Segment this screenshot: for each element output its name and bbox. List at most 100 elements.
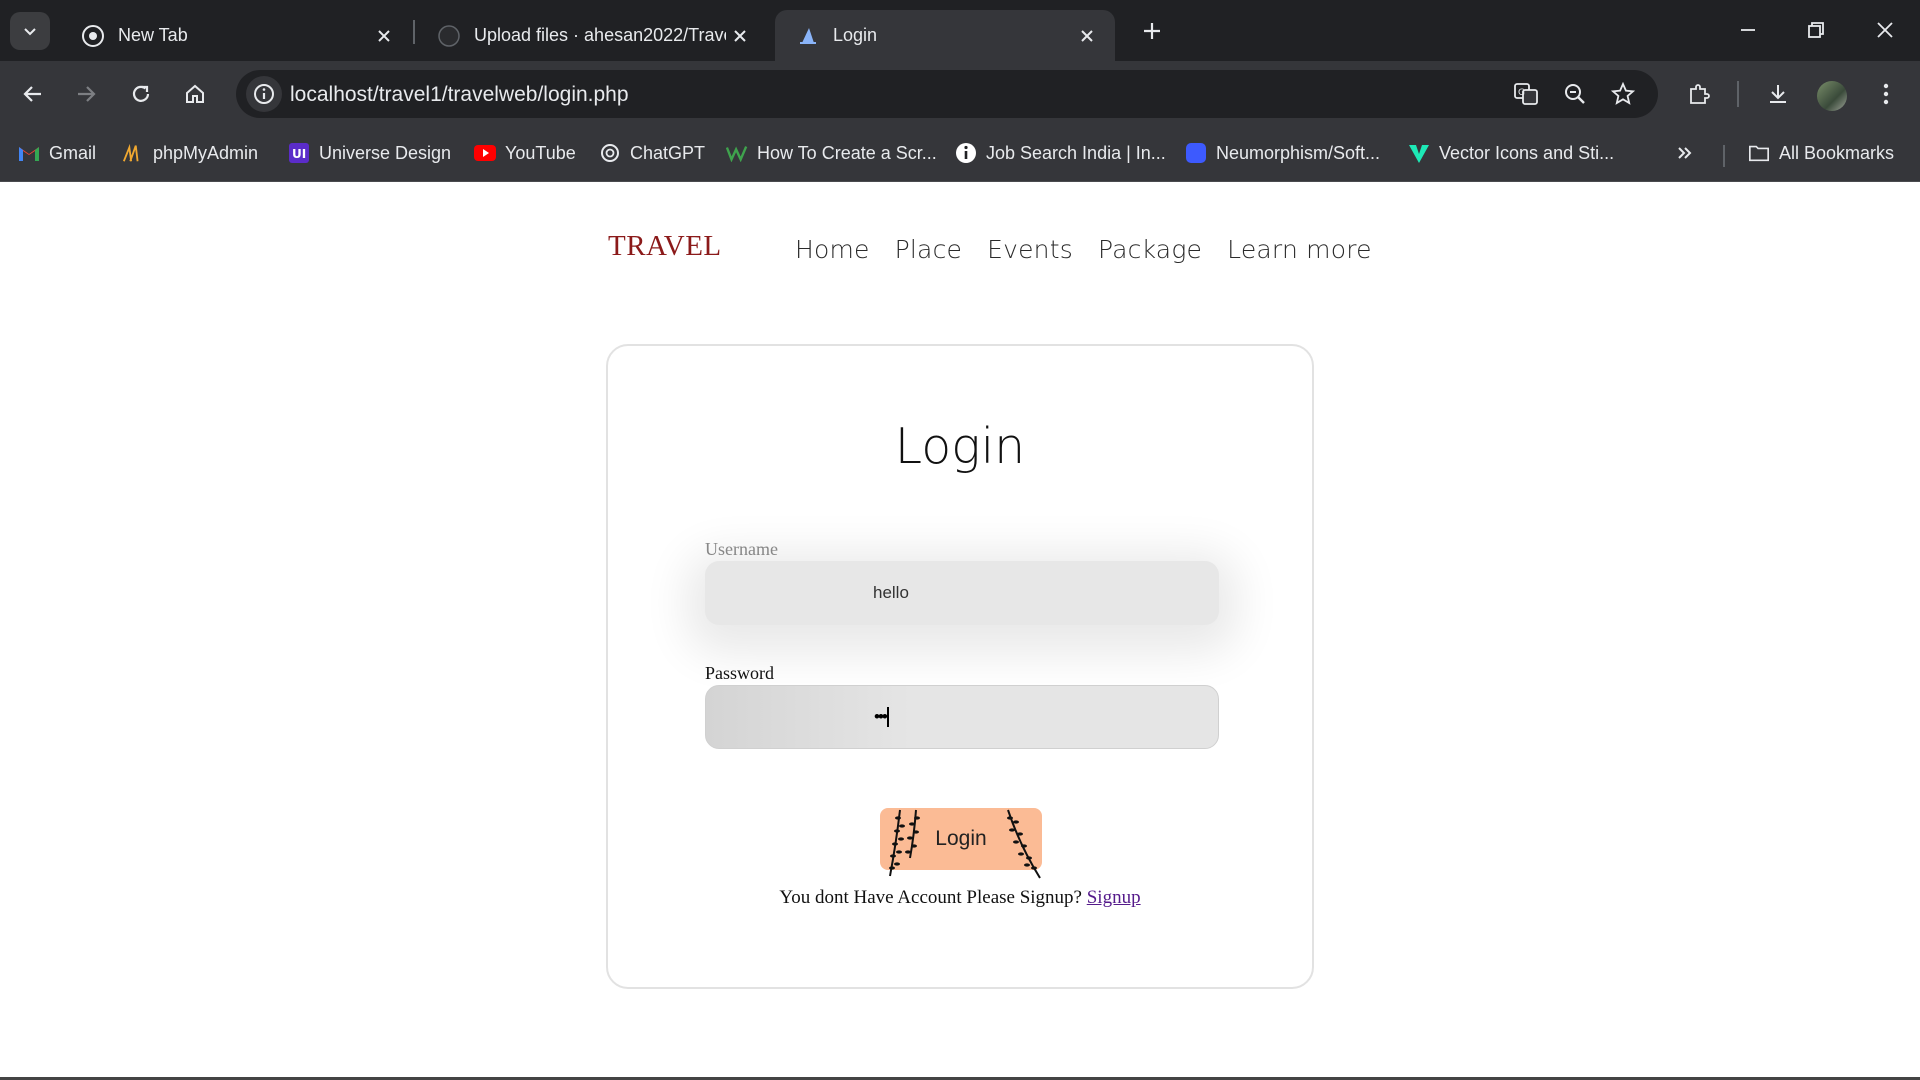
bookmark-phpmyadmin[interactable]: phpMyAdmin [122,137,258,169]
password-label: Password [705,663,775,683]
profile-avatar[interactable] [1817,81,1847,111]
bookmark-chatgpt[interactable]: ChatGPT [599,137,705,169]
home-icon [186,84,204,103]
close-icon[interactable] [726,22,754,50]
restore-button[interactable] [1792,10,1840,50]
login-card: Login Username hello Password ••• Login … [606,344,1314,989]
downloads-button[interactable] [1758,74,1798,114]
bookmark-label: All Bookmarks [1779,142,1895,163]
github-icon [438,24,460,47]
arrow-left-icon [23,86,41,102]
close-window-button[interactable] [1861,10,1909,50]
tab-new-tab[interactable]: New Tab [60,10,412,61]
double-chevron-right-icon [1678,147,1692,159]
close-icon [1877,22,1893,38]
main-nav: Home Place Events Package Learn more [795,235,1372,264]
extensions-button[interactable] [1679,74,1719,114]
nav-events[interactable]: Events [987,235,1073,264]
tab-title: New Tab [118,25,188,45]
tab-login[interactable]: Login [775,10,1115,61]
bookmark-label: Vector Icons and Sti... [1439,142,1615,163]
text-caret [886,707,889,727]
bookmark-gmail[interactable]: Gmail [18,137,96,169]
bookmark-universe-design[interactable]: UI Universe Design [288,137,451,169]
zoom-icon[interactable] [1559,78,1591,110]
tab-upload-files[interactable]: Upload files · ahesan2022/Trave [416,10,768,61]
address-bar[interactable]: localhost/travel1/travelweb/login.php G [236,70,1658,118]
forward-button[interactable] [66,74,106,114]
tab-search-button[interactable] [10,12,50,50]
folder-icon [1748,142,1770,164]
nav-package[interactable]: Package [1098,235,1202,264]
bookmark-label: Universe Design [319,142,452,163]
signup-link[interactable]: Signup [1087,887,1141,908]
square-icon [1185,142,1207,164]
ui-icon: UI [288,142,310,164]
more-bookmarks-button[interactable] [1676,137,1694,169]
bookmark-vector-icons[interactable]: Vector Icons and Sti... [1408,137,1614,169]
svg-text:UI: UI [292,147,306,161]
bookmark-label: ChatGPT [630,142,706,163]
bookmark-label: Job Search India | In... [986,142,1166,163]
signup-prompt-text: You dont Have Account Please Signup? [779,887,1082,908]
url-text[interactable]: localhost/travel1/travelweb/login.php [290,83,629,107]
bookmark-label: How To Create a Scr... [757,142,937,163]
nav-learn-more[interactable]: Learn more [1227,235,1372,264]
site-logo[interactable]: TRAVEL [608,230,722,263]
tab-strip: New Tab Upload files · ahesan2022/Trave … [0,0,1920,61]
bookmark-label: phpMyAdmin [153,142,259,163]
chevron-down-icon [24,28,36,36]
minimize-icon [1741,29,1755,31]
reload-button[interactable] [121,74,161,114]
plus-icon [1144,23,1160,39]
bookmarks-bar: Gmail phpMyAdmin UI Universe Design YouT… [0,127,1920,182]
restore-icon [1808,22,1824,38]
home-button[interactable] [175,74,215,114]
bookmark-job-search[interactable]: Job Search India | In... [955,137,1166,169]
bookmark-neumorphism[interactable]: Neumorphism/Soft... [1185,137,1380,169]
leaf-decoration-right-icon [1007,809,1041,879]
login-button-label: Login [935,827,987,850]
all-bookmarks-button[interactable]: All Bookmarks [1748,137,1894,169]
bookmark-label: Gmail [49,142,97,163]
bookmark-how-to-create[interactable]: How To Create a Scr... [726,137,937,169]
menu-button[interactable] [1866,74,1906,114]
chatgpt-icon [599,142,621,164]
password-field[interactable]: ••• [705,685,1219,749]
youtube-icon [474,142,496,164]
close-icon[interactable] [370,22,398,50]
chrome-icon [82,24,104,47]
site-favicon-icon [797,25,819,47]
bookmark-label: Neumorphism/Soft... [1216,142,1381,163]
info-icon [955,142,977,164]
new-tab-button[interactable] [1135,14,1169,48]
username-label: Username [705,539,778,559]
tab-title: Login [833,25,878,45]
leaf-decoration-left-icon [889,809,920,877]
username-value: hello [873,583,909,602]
bookmark-youtube[interactable]: YouTube [474,137,576,169]
svg-text:G: G [1518,88,1525,98]
username-field[interactable]: hello [705,561,1219,625]
bookmarks-divider [1723,145,1725,167]
site-info-icon[interactable] [246,76,282,112]
browser-toolbar: localhost/travel1/travelweb/login.php G [0,61,1920,127]
back-button[interactable] [13,74,53,114]
kebab-menu-icon [1883,83,1889,105]
arrow-right-icon [78,86,96,102]
reload-icon [132,85,150,102]
nav-place[interactable]: Place [895,235,962,264]
puzzle-icon [1690,84,1710,104]
login-button[interactable]: Login [880,808,1042,879]
translate-icon[interactable]: G [1510,78,1542,110]
minimize-button[interactable] [1724,10,1772,50]
phpmyadmin-icon [122,142,144,164]
tab-divider [413,20,415,44]
signup-prompt: You dont Have Account Please Signup? Sig… [608,887,1312,909]
gmail-icon [18,142,40,164]
bookmark-star-icon[interactable] [1607,78,1639,110]
login-title: Login [894,418,1026,475]
tab-title: Upload files · ahesan2022/Trave [474,25,726,45]
close-icon[interactable] [1073,22,1101,50]
nav-home[interactable]: Home [795,235,870,264]
